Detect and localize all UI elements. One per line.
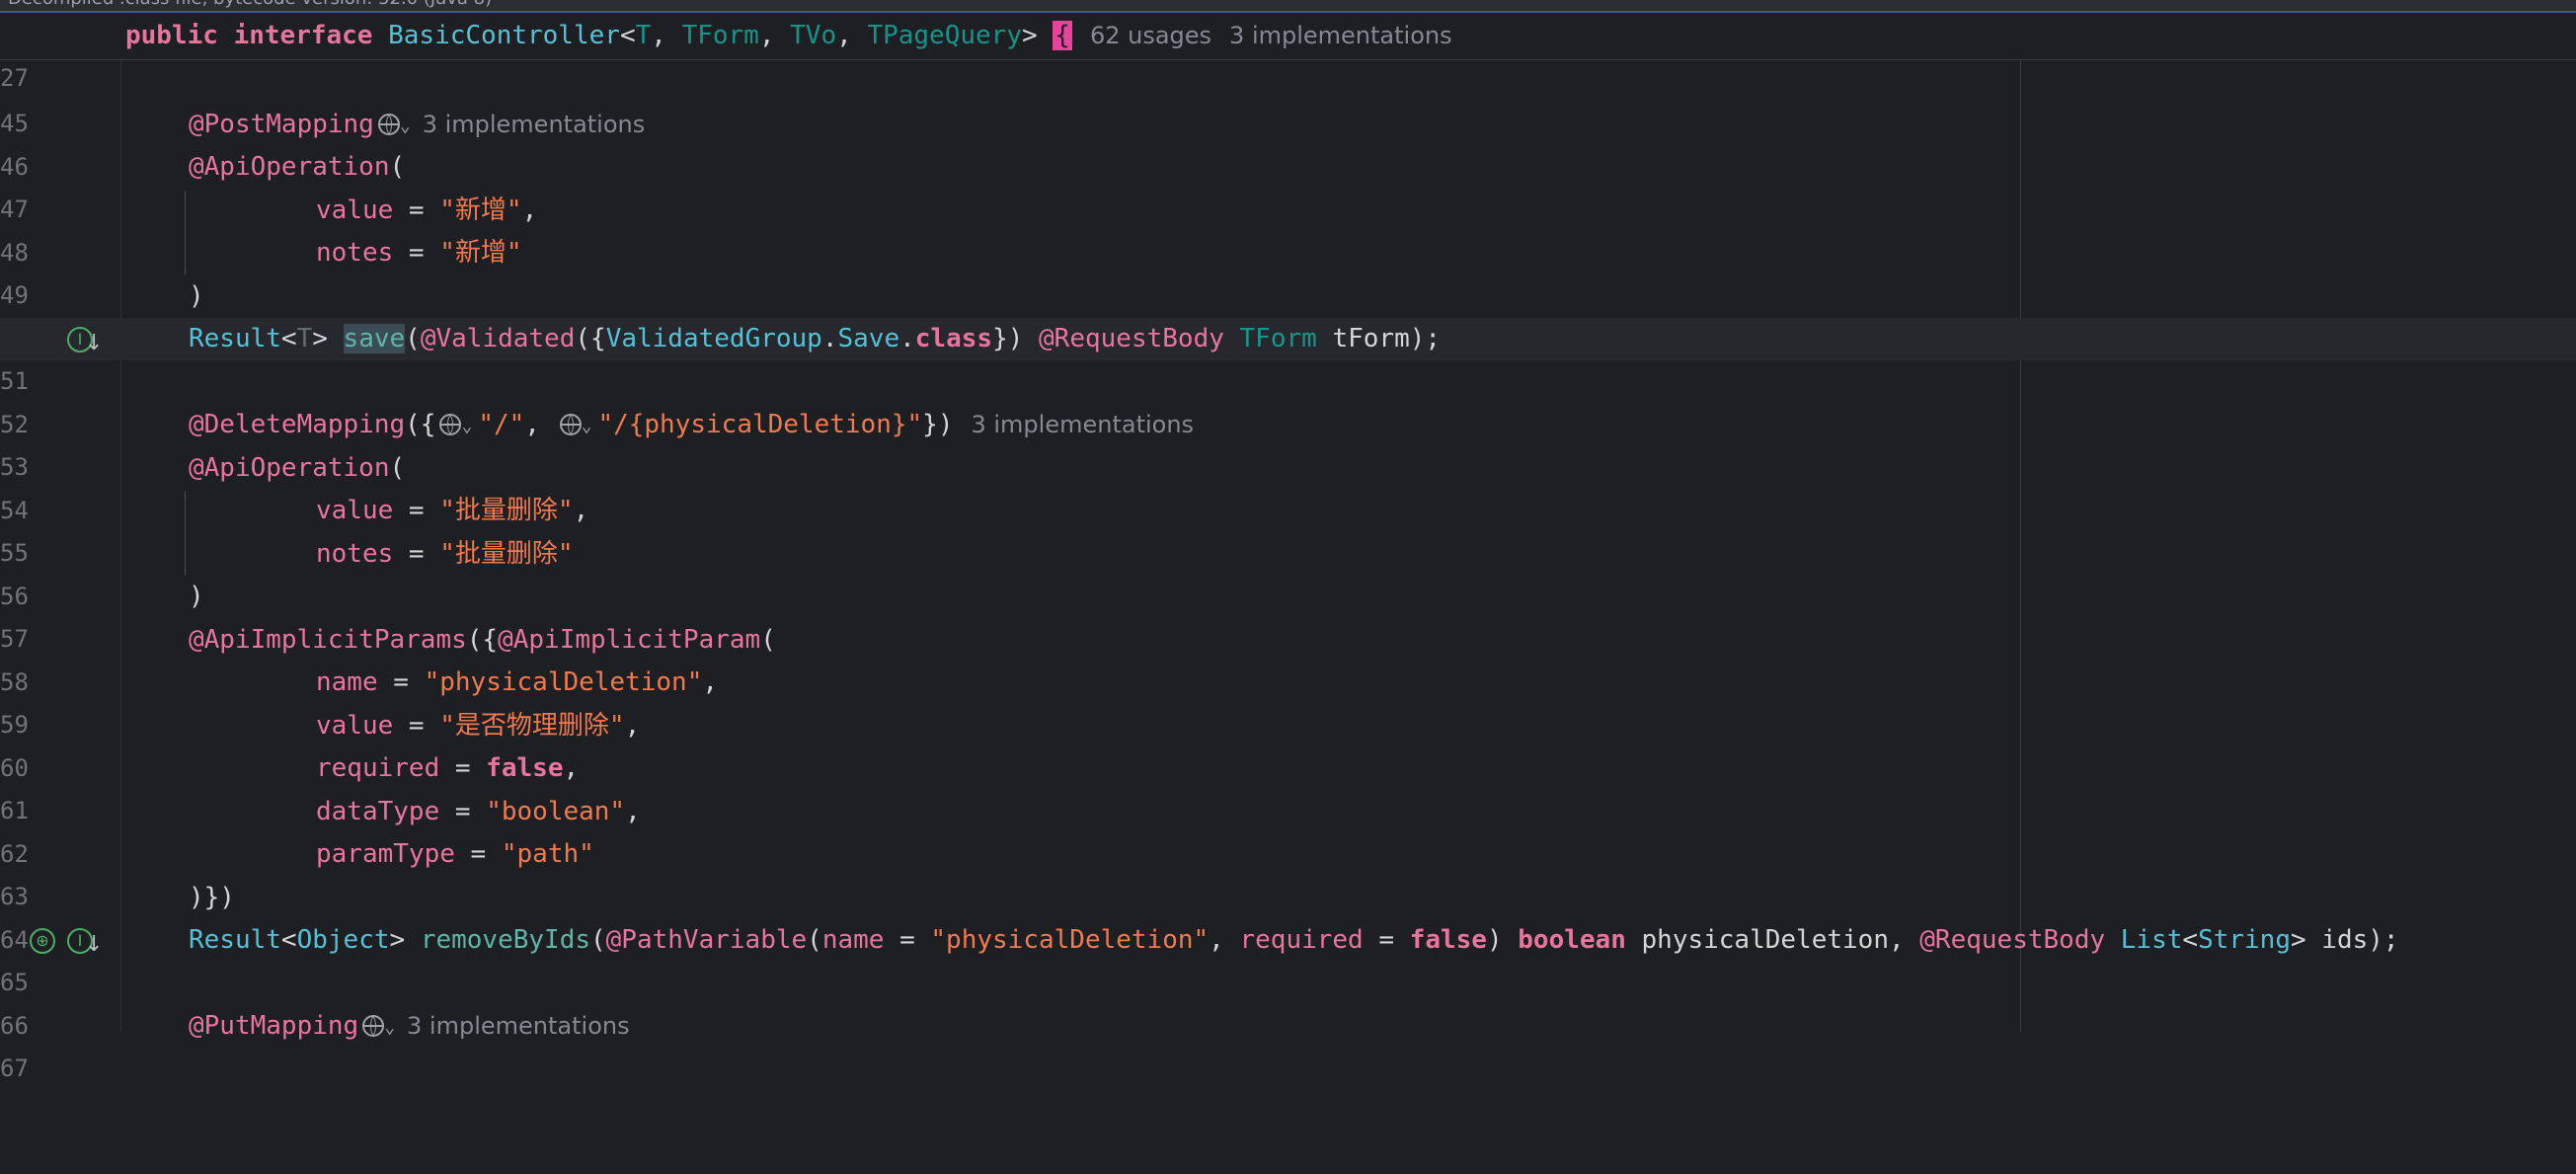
matched-brace: { bbox=[1053, 21, 1072, 50]
code: @PostMapping ⌄ 3 implementations bbox=[189, 110, 646, 139]
chevron-down-icon[interactable]: ⌄ bbox=[461, 416, 472, 436]
implementations-hint[interactable]: 3 implementations bbox=[971, 411, 1194, 438]
chevron-down-icon[interactable]: ⌄ bbox=[384, 1017, 395, 1038]
code-line[interactable]: 60 value = "是否物理删除", bbox=[0, 705, 2576, 782]
line-number: 67 bbox=[0, 1055, 29, 1082]
notification-text: Decompiled .class file, bytecode version… bbox=[8, 0, 492, 9]
code-line[interactable]: 58 @ApiImplicitParams({@ApiImplicitParam… bbox=[0, 619, 2576, 696]
code: value = "是否物理删除", bbox=[316, 711, 641, 741]
method-name: removeByIds bbox=[420, 925, 590, 955]
chevron-down-icon[interactable]: ⌄ bbox=[400, 116, 411, 136]
code-line[interactable]: 49 notes = "新增" bbox=[0, 232, 2576, 309]
code-line[interactable]: 63 paramType = "path" bbox=[0, 833, 2576, 910]
code-line[interactable]: 56 notes = "批量删除" bbox=[0, 533, 2576, 610]
editor-notification-bar: Decompiled .class file, bytecode version… bbox=[0, 0, 2576, 13]
code-line[interactable]: 66 bbox=[0, 963, 2576, 1040]
globe-icon[interactable] bbox=[377, 114, 400, 135]
code: required = false, bbox=[316, 753, 580, 783]
code: @DeleteMapping({⌄ "/", ⌄ "/{physicalDeleti… bbox=[189, 410, 1195, 439]
globe-icon[interactable] bbox=[559, 414, 582, 435]
code: @PutMapping ⌄ 3 implementations bbox=[189, 1011, 630, 1041]
arrow-down-icon[interactable]: ↓ bbox=[85, 322, 103, 364]
code-line[interactable]: 45 bbox=[0, 60, 2576, 137]
chevron-down-icon[interactable]: ⌄ bbox=[582, 416, 592, 436]
code: Result<Object> removeByIds(@PathVariable… bbox=[189, 925, 2399, 955]
arrow-down-icon[interactable]: ↓ bbox=[85, 923, 103, 966]
method-name: save bbox=[343, 324, 406, 353]
code-line[interactable]: 46 @PostMapping ⌄ 3 implementations bbox=[0, 104, 2576, 181]
code-line[interactable]: 67 @PutMapping ⌄ 3 implementations bbox=[0, 1005, 2576, 1082]
globe-icon[interactable] bbox=[439, 414, 462, 435]
code-line-current[interactable]: 51 I ↓ Result<T> save(@Validated({Valida… bbox=[0, 318, 2576, 395]
code: paramType = "path" bbox=[316, 839, 594, 869]
code-line[interactable]: 47 @ApiOperation( bbox=[0, 146, 2576, 223]
code-line[interactable]: 64 )}) bbox=[0, 877, 2576, 954]
implementations-hint[interactable]: 3 implementations bbox=[1229, 22, 1452, 49]
code: ) bbox=[189, 582, 204, 611]
code: @ApiImplicitParams({@ApiImplicitParam( bbox=[189, 625, 776, 655]
code-line[interactable]: 55 value = "批量删除", bbox=[0, 490, 2576, 567]
sticky-line[interactable]: 27 public interface BasicController<T, T… bbox=[0, 15, 2576, 92]
code: value = "新增", bbox=[316, 196, 538, 225]
code: @ApiOperation( bbox=[189, 453, 406, 483]
code-line[interactable]: 61 required = false, bbox=[0, 747, 2576, 824]
sticky-scroll-header[interactable]: 27 public interface BasicController<T, T… bbox=[0, 13, 2576, 92]
class-name: BasicController bbox=[388, 21, 620, 50]
code-line[interactable]: 52 bbox=[0, 361, 2576, 438]
code: notes = "批量删除" bbox=[316, 539, 574, 569]
code: ) bbox=[189, 281, 204, 311]
code-line[interactable]: 59 name = "physicalDeletion", bbox=[0, 662, 2576, 739]
code: @ApiOperation( bbox=[189, 152, 406, 182]
code-line[interactable]: 65 ⊕ I ↓ Result<Object> removeByIds(@Pat… bbox=[0, 919, 2576, 996]
code: name = "physicalDeletion", bbox=[316, 667, 719, 697]
code: notes = "新增" bbox=[316, 238, 522, 268]
usages-hint[interactable]: 62 usages bbox=[1090, 22, 1211, 49]
code-line[interactable]: 57 ) bbox=[0, 576, 2576, 653]
code: public interface BasicController<T, TFor… bbox=[125, 21, 1452, 50]
web-endpoint-icon[interactable]: ⊕ bbox=[30, 928, 55, 954]
code: Result<T> save(@Validated({ValidatedGrou… bbox=[189, 324, 1442, 353]
implementations-hint[interactable]: 3 implementations bbox=[407, 1012, 630, 1040]
code: dataType = "boolean", bbox=[316, 797, 641, 826]
code-line[interactable]: 48 value = "新增", bbox=[0, 190, 2576, 267]
implementations-hint[interactable]: 3 implementations bbox=[423, 111, 646, 138]
code: value = "批量删除", bbox=[316, 496, 589, 525]
code-line[interactable]: 54 @ApiOperation( bbox=[0, 447, 2576, 524]
globe-icon[interactable] bbox=[362, 1015, 385, 1037]
code: )}) bbox=[189, 883, 235, 912]
code-line[interactable]: 62 dataType = "boolean", bbox=[0, 791, 2576, 868]
code-line[interactable]: 50 ) bbox=[0, 275, 2576, 352]
code-line[interactable]: 53 @DeleteMapping({⌄ "/", ⌄ "/{physicalDel… bbox=[0, 404, 2576, 481]
